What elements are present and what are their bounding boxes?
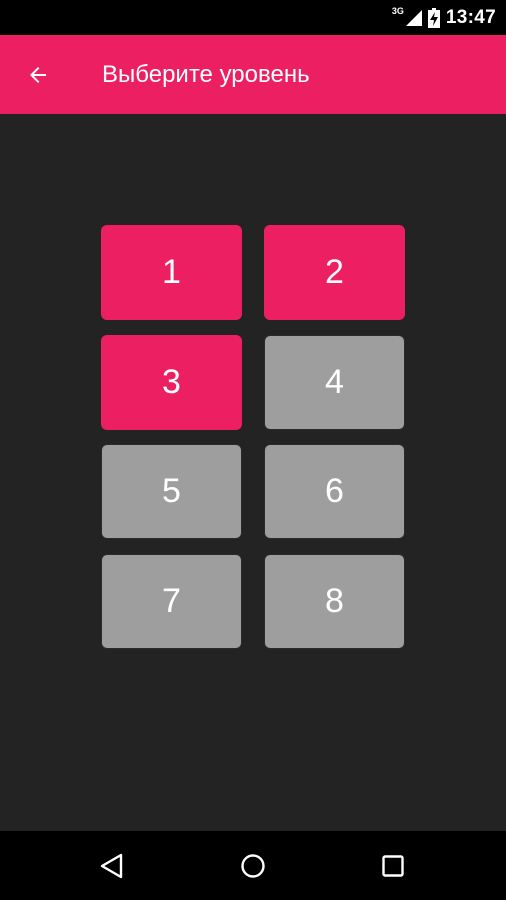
app-bar: Выберите уровень [0, 35, 506, 114]
back-button[interactable] [16, 53, 60, 97]
recents-square-icon [382, 855, 404, 877]
navigation-bar [0, 831, 506, 900]
level-button-7[interactable]: 7 [101, 554, 242, 649]
network-type-label: 3G [391, 5, 404, 16]
level-button-1[interactable]: 1 [101, 225, 242, 320]
nav-back-button[interactable] [87, 841, 137, 891]
level-button-6[interactable]: 6 [264, 444, 405, 539]
battery-charging-icon [427, 7, 440, 28]
back-triangle-icon [100, 853, 123, 879]
nav-home-button[interactable] [228, 841, 278, 891]
level-button-8[interactable]: 8 [264, 554, 405, 649]
level-button-5[interactable]: 5 [101, 444, 242, 539]
clock: 13:47 [445, 6, 496, 28]
level-button-2[interactable]: 2 [264, 225, 405, 320]
home-circle-icon [241, 854, 265, 878]
status-bar: 3G 13:47 [0, 0, 506, 35]
status-icons: 3G 13:47 [392, 0, 496, 35]
signal-icon [405, 9, 422, 26]
level-button-4[interactable]: 4 [264, 335, 405, 430]
arrow-back-icon [30, 67, 46, 83]
nav-recents-button[interactable] [368, 841, 418, 891]
level-grid: 1 2 3 4 5 6 7 8 [0, 114, 506, 831]
level-button-3[interactable]: 3 [101, 335, 242, 430]
page-title: Выберите уровень [102, 61, 310, 88]
